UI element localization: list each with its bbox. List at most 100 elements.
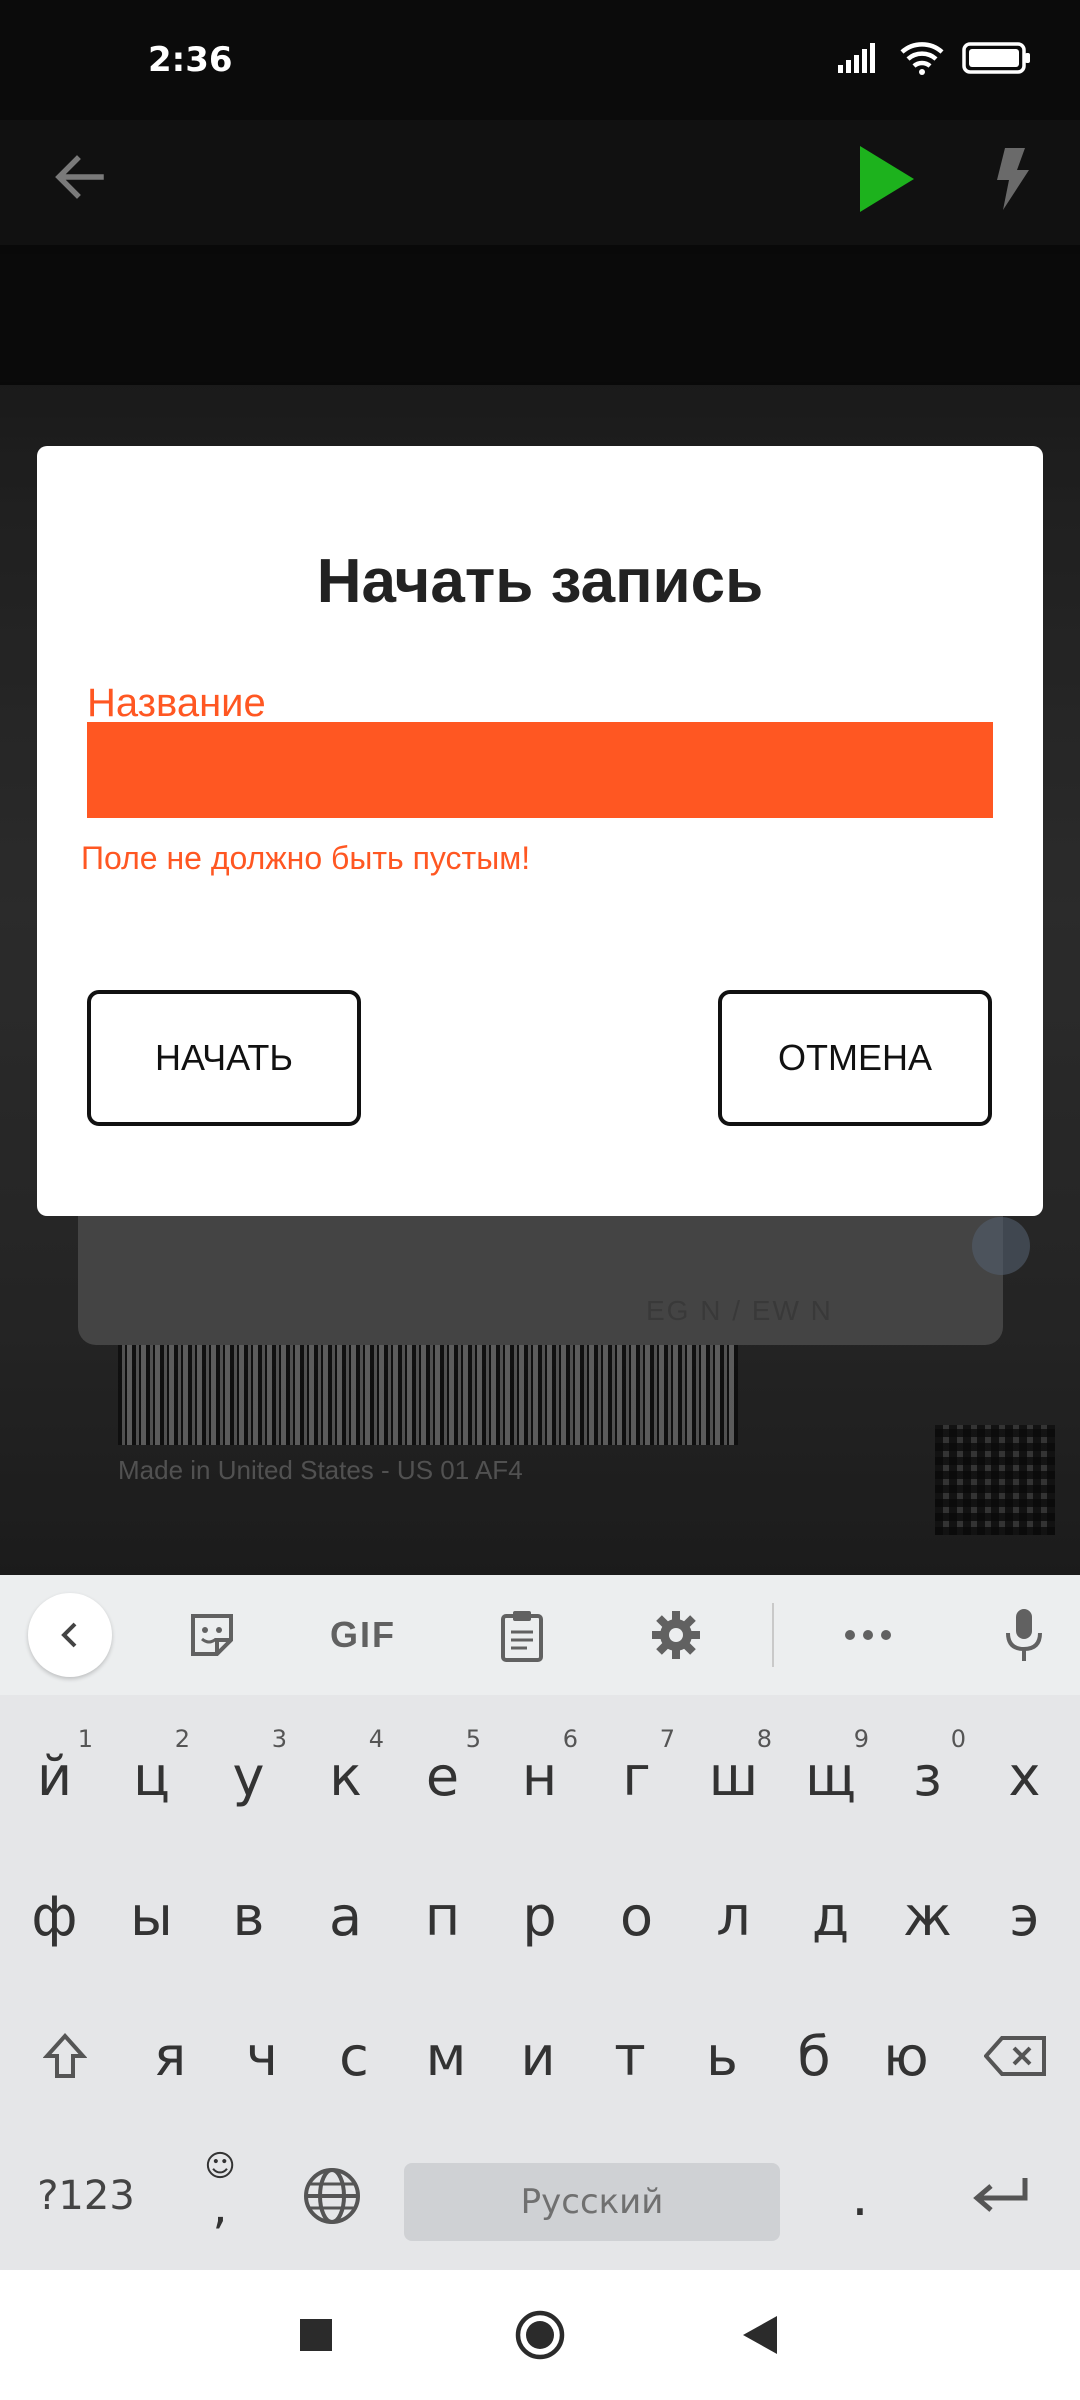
home-icon[interactable] bbox=[500, 2295, 580, 2375]
key-label: ш bbox=[708, 1744, 759, 1808]
key-row-4: ?123 ☺ , Русский . bbox=[0, 2127, 1080, 2265]
key-label: х bbox=[1008, 1744, 1041, 1808]
key-label: ц bbox=[133, 1744, 170, 1808]
key-label: я bbox=[153, 2024, 187, 2088]
sticker-icon[interactable] bbox=[172, 1593, 252, 1677]
battery-icon bbox=[962, 41, 1032, 80]
key-э[interactable]: э bbox=[976, 1847, 1073, 1985]
more-icon[interactable] bbox=[828, 1593, 908, 1677]
key-н[interactable]: н6 bbox=[491, 1707, 588, 1845]
key-т[interactable]: т bbox=[584, 1987, 676, 2125]
back-nav-icon[interactable] bbox=[720, 2295, 800, 2375]
shift-key[interactable] bbox=[22, 1987, 108, 2125]
key-ю[interactable]: ю bbox=[860, 1987, 952, 2125]
key-щ[interactable]: щ9 bbox=[782, 1707, 879, 1845]
app-bar bbox=[0, 120, 1080, 245]
key-label: ю bbox=[883, 2024, 929, 2088]
keyboard-toolbar: GIF bbox=[0, 1575, 1080, 1695]
key-и[interactable]: и bbox=[492, 1987, 584, 2125]
key-г[interactable]: г7 bbox=[588, 1707, 685, 1845]
key-label: с bbox=[339, 2024, 369, 2088]
enter-key[interactable] bbox=[946, 2127, 1056, 2265]
key-й[interactable]: й1 bbox=[6, 1707, 103, 1845]
key-ц[interactable]: ц2 bbox=[103, 1707, 200, 1845]
key-label: ы bbox=[130, 1884, 173, 1948]
key-о[interactable]: о bbox=[588, 1847, 685, 1985]
back-arrow-icon[interactable] bbox=[44, 142, 114, 212]
key-label: и bbox=[520, 2024, 556, 2088]
key-м[interactable]: м bbox=[400, 1987, 492, 2125]
name-field-label: Название bbox=[87, 681, 266, 725]
key-label: к bbox=[329, 1744, 362, 1808]
key-д[interactable]: д bbox=[782, 1847, 879, 1985]
key-label: ж bbox=[903, 1884, 952, 1948]
recents-icon[interactable] bbox=[276, 2295, 356, 2375]
key-б[interactable]: б bbox=[768, 1987, 860, 2125]
start-recording-dialog: Начать запись Название Поле не должно бы… bbox=[37, 446, 1043, 1216]
key-label: р bbox=[522, 1884, 557, 1948]
key-р[interactable]: р bbox=[491, 1847, 588, 1985]
key-label: н bbox=[521, 1744, 558, 1808]
collapse-toolbar-button[interactable] bbox=[28, 1593, 112, 1677]
key-label: з bbox=[913, 1744, 942, 1808]
key-hint-number: 3 bbox=[271, 1725, 287, 1753]
key-hint-number: 9 bbox=[853, 1725, 869, 1753]
dialog-title: Начать запись bbox=[316, 547, 764, 616]
key-у[interactable]: у3 bbox=[200, 1707, 297, 1845]
emoji-comma-key[interactable]: ☺ , bbox=[180, 2127, 260, 2265]
language-globe-icon[interactable] bbox=[282, 2127, 382, 2265]
key-я[interactable]: я bbox=[124, 1987, 216, 2125]
settings-gear-icon[interactable] bbox=[636, 1593, 716, 1677]
key-п[interactable]: п bbox=[394, 1847, 491, 1985]
key-л[interactable]: л bbox=[685, 1847, 782, 1985]
key-hint-number: 0 bbox=[950, 1725, 966, 1753]
key-а[interactable]: а bbox=[297, 1847, 394, 1985]
space-key[interactable]: Русский bbox=[404, 2163, 780, 2241]
key-label: о bbox=[619, 1884, 654, 1948]
backspace-key[interactable] bbox=[966, 1987, 1066, 2125]
period-key[interactable]: . bbox=[820, 2127, 900, 2265]
error-message: Поле не должно быть пустым! bbox=[81, 840, 531, 876]
key-hint-number: 6 bbox=[562, 1725, 578, 1753]
symbols-key[interactable]: ?123 bbox=[24, 2127, 148, 2265]
toolbar-divider bbox=[772, 1603, 774, 1667]
key-label: г bbox=[622, 1744, 651, 1808]
key-row-2: фывапролджэ bbox=[0, 1847, 1080, 1985]
key-ж[interactable]: ж bbox=[879, 1847, 976, 1985]
key-label: у bbox=[232, 1744, 265, 1808]
wifi-icon bbox=[900, 41, 944, 80]
key-label: в bbox=[232, 1884, 265, 1948]
key-label: ф bbox=[31, 1884, 78, 1948]
flash-icon[interactable] bbox=[976, 134, 1046, 224]
name-input[interactable] bbox=[87, 722, 993, 818]
keyboard: GIF й1ц2у3к4е5н6г7ш8щ9з0х фывапролджэ яч… bbox=[0, 1575, 1080, 2270]
key-е[interactable]: е5 bbox=[394, 1707, 491, 1845]
key-ф[interactable]: ф bbox=[6, 1847, 103, 1985]
key-label: б bbox=[797, 2024, 831, 2088]
key-ш[interactable]: ш8 bbox=[685, 1707, 782, 1845]
cancel-button[interactable]: ОТМЕНА bbox=[718, 990, 992, 1126]
microphone-icon[interactable] bbox=[984, 1593, 1064, 1677]
key-ы[interactable]: ы bbox=[103, 1847, 200, 1985]
play-icon[interactable] bbox=[846, 134, 926, 224]
key-в[interactable]: в bbox=[200, 1847, 297, 1985]
key-label: п bbox=[424, 1884, 461, 1948]
key-к[interactable]: к4 bbox=[297, 1707, 394, 1845]
signal-icon bbox=[838, 42, 882, 78]
key-hint-number: 4 bbox=[368, 1725, 384, 1753]
key-hint-number: 5 bbox=[465, 1725, 481, 1753]
key-label: щ bbox=[805, 1744, 856, 1808]
key-ь[interactable]: ь bbox=[676, 1987, 768, 2125]
gif-button[interactable]: GIF bbox=[318, 1593, 408, 1677]
key-с[interactable]: с bbox=[308, 1987, 400, 2125]
key-з[interactable]: з0 bbox=[879, 1707, 976, 1845]
start-button[interactable]: НАЧАТЬ bbox=[87, 990, 361, 1126]
key-х[interactable]: х bbox=[976, 1707, 1073, 1845]
status-icons bbox=[838, 36, 1032, 84]
status-bar: 2:36 bbox=[0, 0, 1080, 120]
clipboard-icon[interactable] bbox=[482, 1593, 562, 1677]
key-ч[interactable]: ч bbox=[216, 1987, 308, 2125]
status-time: 2:36 bbox=[148, 40, 233, 80]
key-label: л bbox=[716, 1884, 751, 1948]
key-row-1: й1ц2у3к4е5н6г7ш8щ9з0х bbox=[0, 1707, 1080, 1845]
